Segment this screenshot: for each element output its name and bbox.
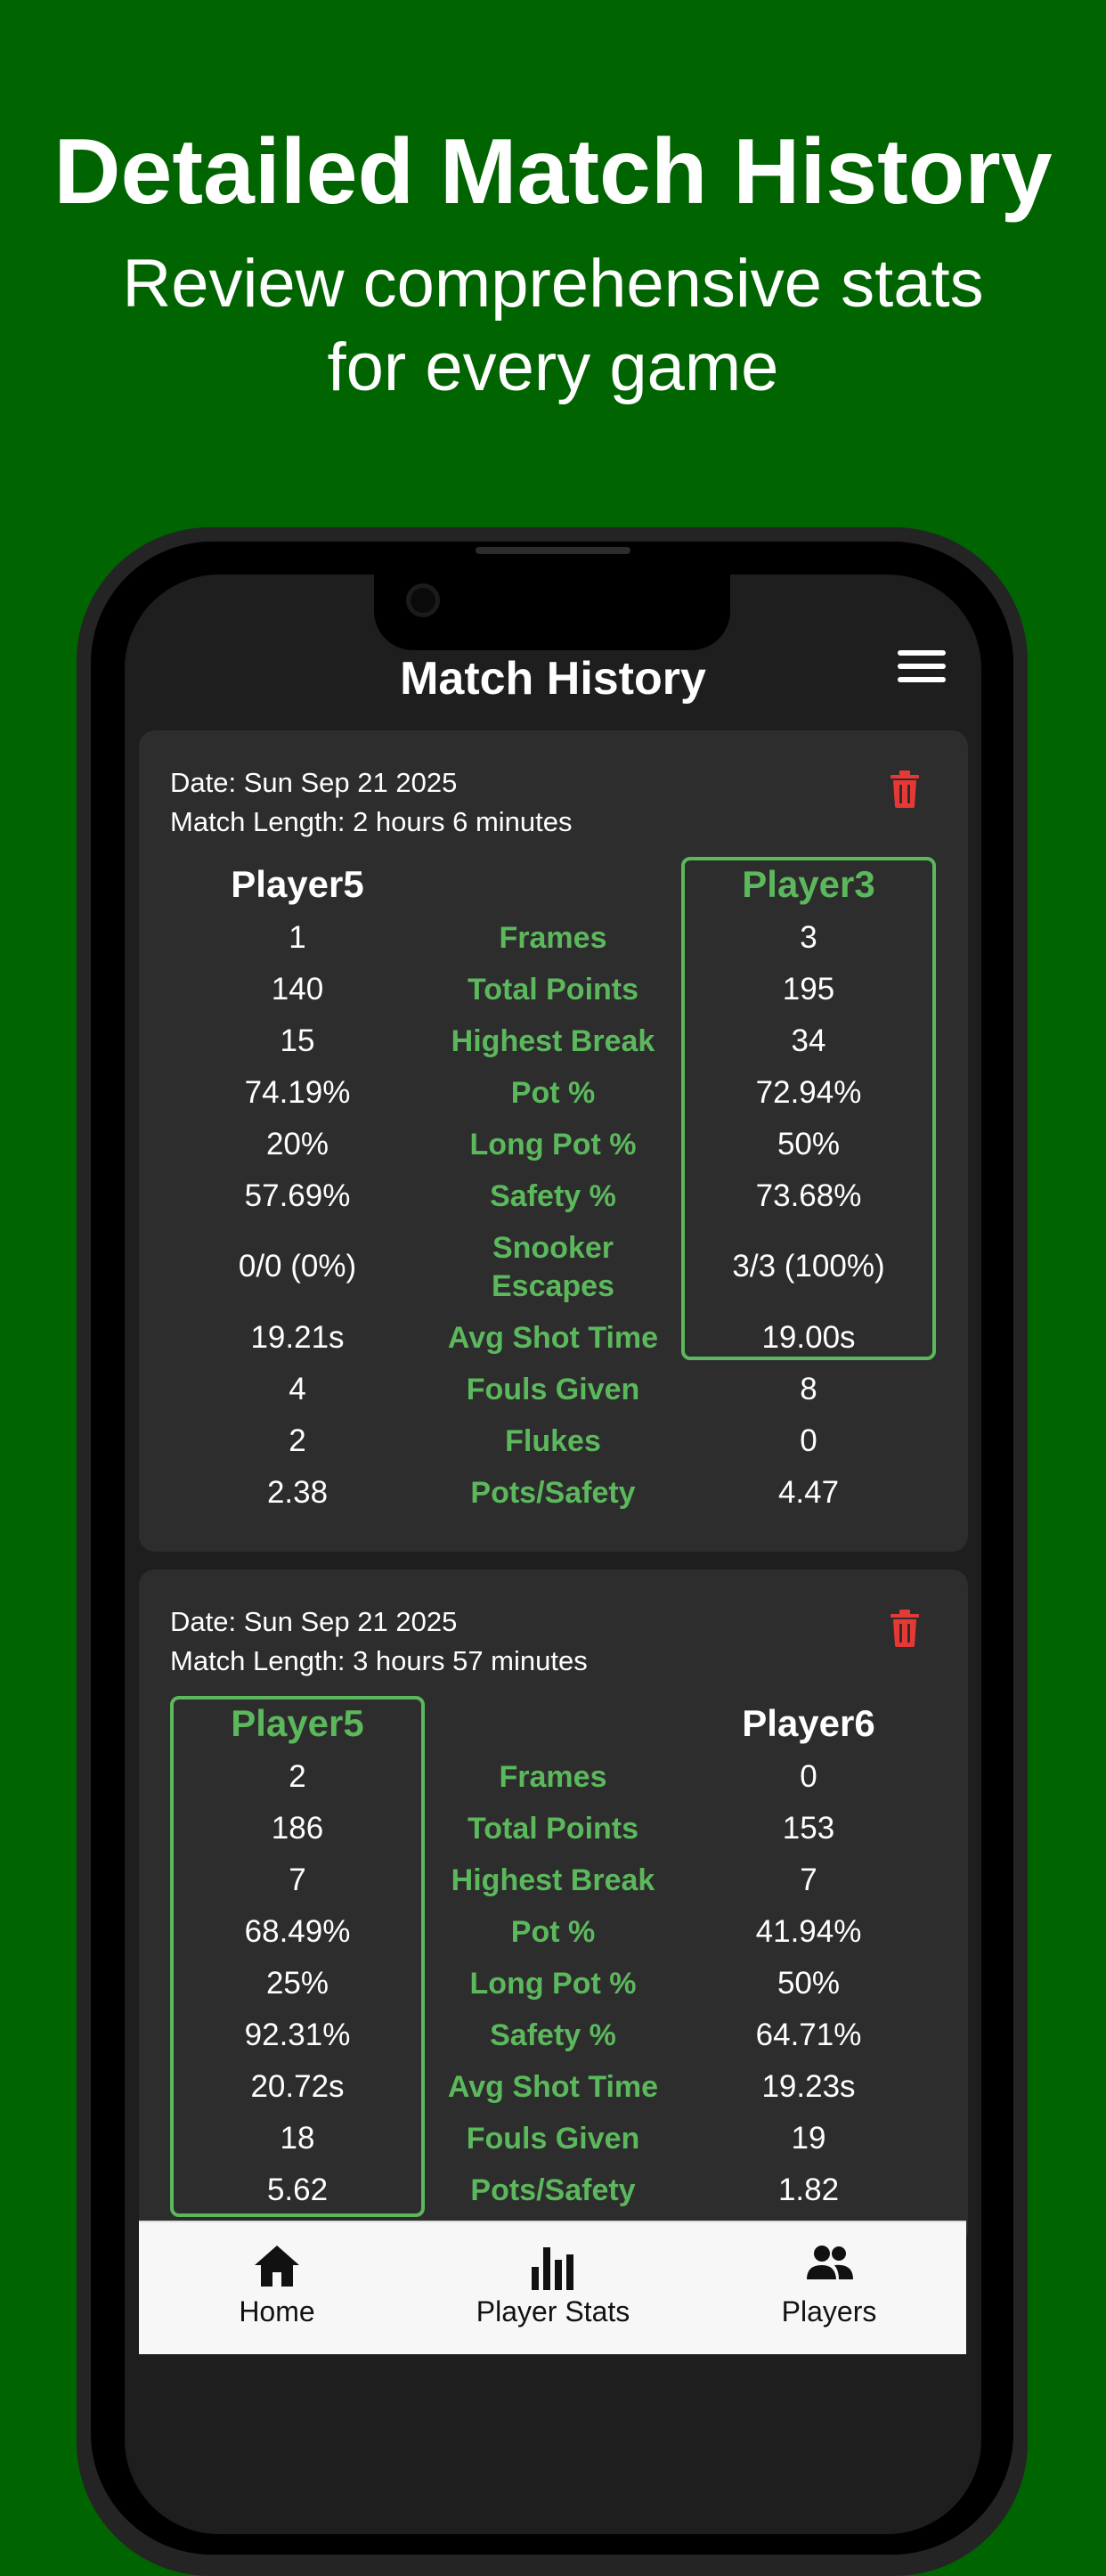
stat-label: Pots/Safety [470,1476,636,1510]
player-name-winner: Player3 [742,863,875,905]
player-name-winner: Player5 [231,1702,364,1744]
stat-value: 15 [280,1023,315,1058]
stat-value: 19.00s [761,1320,856,1355]
stat-label: Total Points [467,973,639,1007]
promo-subtitle-line-1: Review comprehensive stats [122,246,984,322]
stat-label: Escapes [492,1269,614,1303]
match-date: Date: Sun Sep 21 2025 [170,1606,458,1637]
stat-value: 92.31% [244,2018,351,2052]
stat-value: 3 [800,920,817,955]
stat-value: 4.47 [777,1475,840,1510]
stat-value: 4 [289,1372,306,1406]
stat-label: Avg Shot Time [447,2070,659,2104]
stat-label: Pot % [510,1915,596,1949]
stat-value: 2.38 [266,1475,329,1510]
stat-value: 72.94% [755,1075,862,1110]
stat-label: Highest Break [451,1024,655,1058]
stat-value: 140 [271,972,324,1007]
stat-label: Frames [499,1760,607,1794]
stat-value: 20.72s [250,2069,345,2104]
stat-label: Highest Break [451,1863,655,1897]
nav-player-stats-label: Player Stats [476,2295,630,2327]
phone-speaker [476,547,630,554]
stat-value: 41.94% [755,1914,862,1949]
stat-value: 50% [777,1127,841,1162]
stat-value: 19.21s [250,1320,345,1355]
bottom-nav: Home Player Stats Players [139,2221,966,2354]
stat-label: Total Points [467,1812,639,1846]
match-date: Date: Sun Sep 21 2025 [170,767,458,798]
match-card: Date: Sun Sep 21 2025 Match Length: 2 ho… [139,730,968,1552]
stat-value: 0 [800,1423,817,1458]
stat-value: 19 [791,2121,826,2156]
match-length: Match Length: 2 hours 6 minutes [170,806,573,837]
hamburger-menu-icon[interactable] [898,650,946,686]
stat-value: 1.82 [777,2172,840,2207]
stat-value: 2 [289,1759,306,1794]
stat-value: 153 [782,1811,835,1846]
stat-value: 1 [289,920,306,955]
stat-value: 57.69% [244,1178,351,1213]
stat-value: 8 [800,1372,817,1406]
stat-value: 68.49% [244,1914,351,1949]
stat-label: Flukes [505,1424,601,1458]
match-length: Match Length: 3 hours 57 minutes [170,1645,588,1676]
nav-players-label: Players [781,2295,877,2327]
stat-label: Long Pot % [469,1967,637,2001]
stat-value: 3/3 (100%) [732,1249,885,1284]
users-icon [807,2246,853,2279]
nav-player-stats[interactable]: Player Stats [415,2222,691,2354]
stat-value: 186 [271,1811,324,1846]
promo-subtitle: Review comprehensive stats for every gam… [0,242,1106,410]
stat-value: 74.19% [244,1075,351,1110]
camera-icon [406,583,440,617]
stat-value: 0/0 (0%) [238,1249,357,1284]
stat-value: 34 [791,1023,826,1058]
stat-value: 2 [289,1423,306,1458]
stat-label: Pots/Safety [470,2173,636,2207]
player-name: Player5 [231,863,364,905]
stat-value: 20% [265,1127,329,1162]
stat-value: 25% [265,1966,329,2001]
stat-label: Pot % [510,1076,596,1110]
stat-label: Fouls Given [466,2122,640,2156]
delete-trash-icon[interactable] [889,770,921,808]
stat-value: 64.71% [755,2018,862,2052]
stat-label: Frames [499,921,607,955]
match-card: Date: Sun Sep 21 2025 Match Length: 3 ho… [139,1569,968,2246]
stat-label: Avg Shot Time [447,1321,659,1355]
nav-players[interactable]: Players [691,2222,967,2354]
nav-home[interactable]: Home [139,2222,415,2354]
stat-label: Snooker [492,1231,614,1265]
stat-label: Fouls Given [466,1373,640,1406]
stat-value: 195 [782,972,835,1007]
delete-trash-icon[interactable] [889,1610,921,1647]
bar-chart-icon [532,2247,573,2290]
stat-value: 5.62 [266,2172,329,2207]
stat-value: 7 [800,1863,817,1897]
menu-bar [898,650,946,656]
stat-value: 73.68% [755,1178,862,1213]
menu-bar [898,664,946,669]
stat-value: 18 [280,2121,315,2156]
stat-label: Safety % [490,2018,616,2052]
menu-bar [898,677,946,682]
stat-label: Safety % [490,1179,616,1213]
stat-value: 7 [289,1863,306,1897]
stat-value: 50% [777,1966,841,2001]
stat-value: 0 [800,1759,817,1794]
stat-label: Long Pot % [469,1128,637,1162]
stat-value: 19.23s [761,2069,856,2104]
player-name: Player6 [742,1702,875,1744]
home-icon [255,2246,299,2287]
promo-title: Detailed Match History [53,120,1053,224]
nav-home-label: Home [239,2295,315,2327]
promo-subtitle-line-2: for every game [327,330,779,405]
